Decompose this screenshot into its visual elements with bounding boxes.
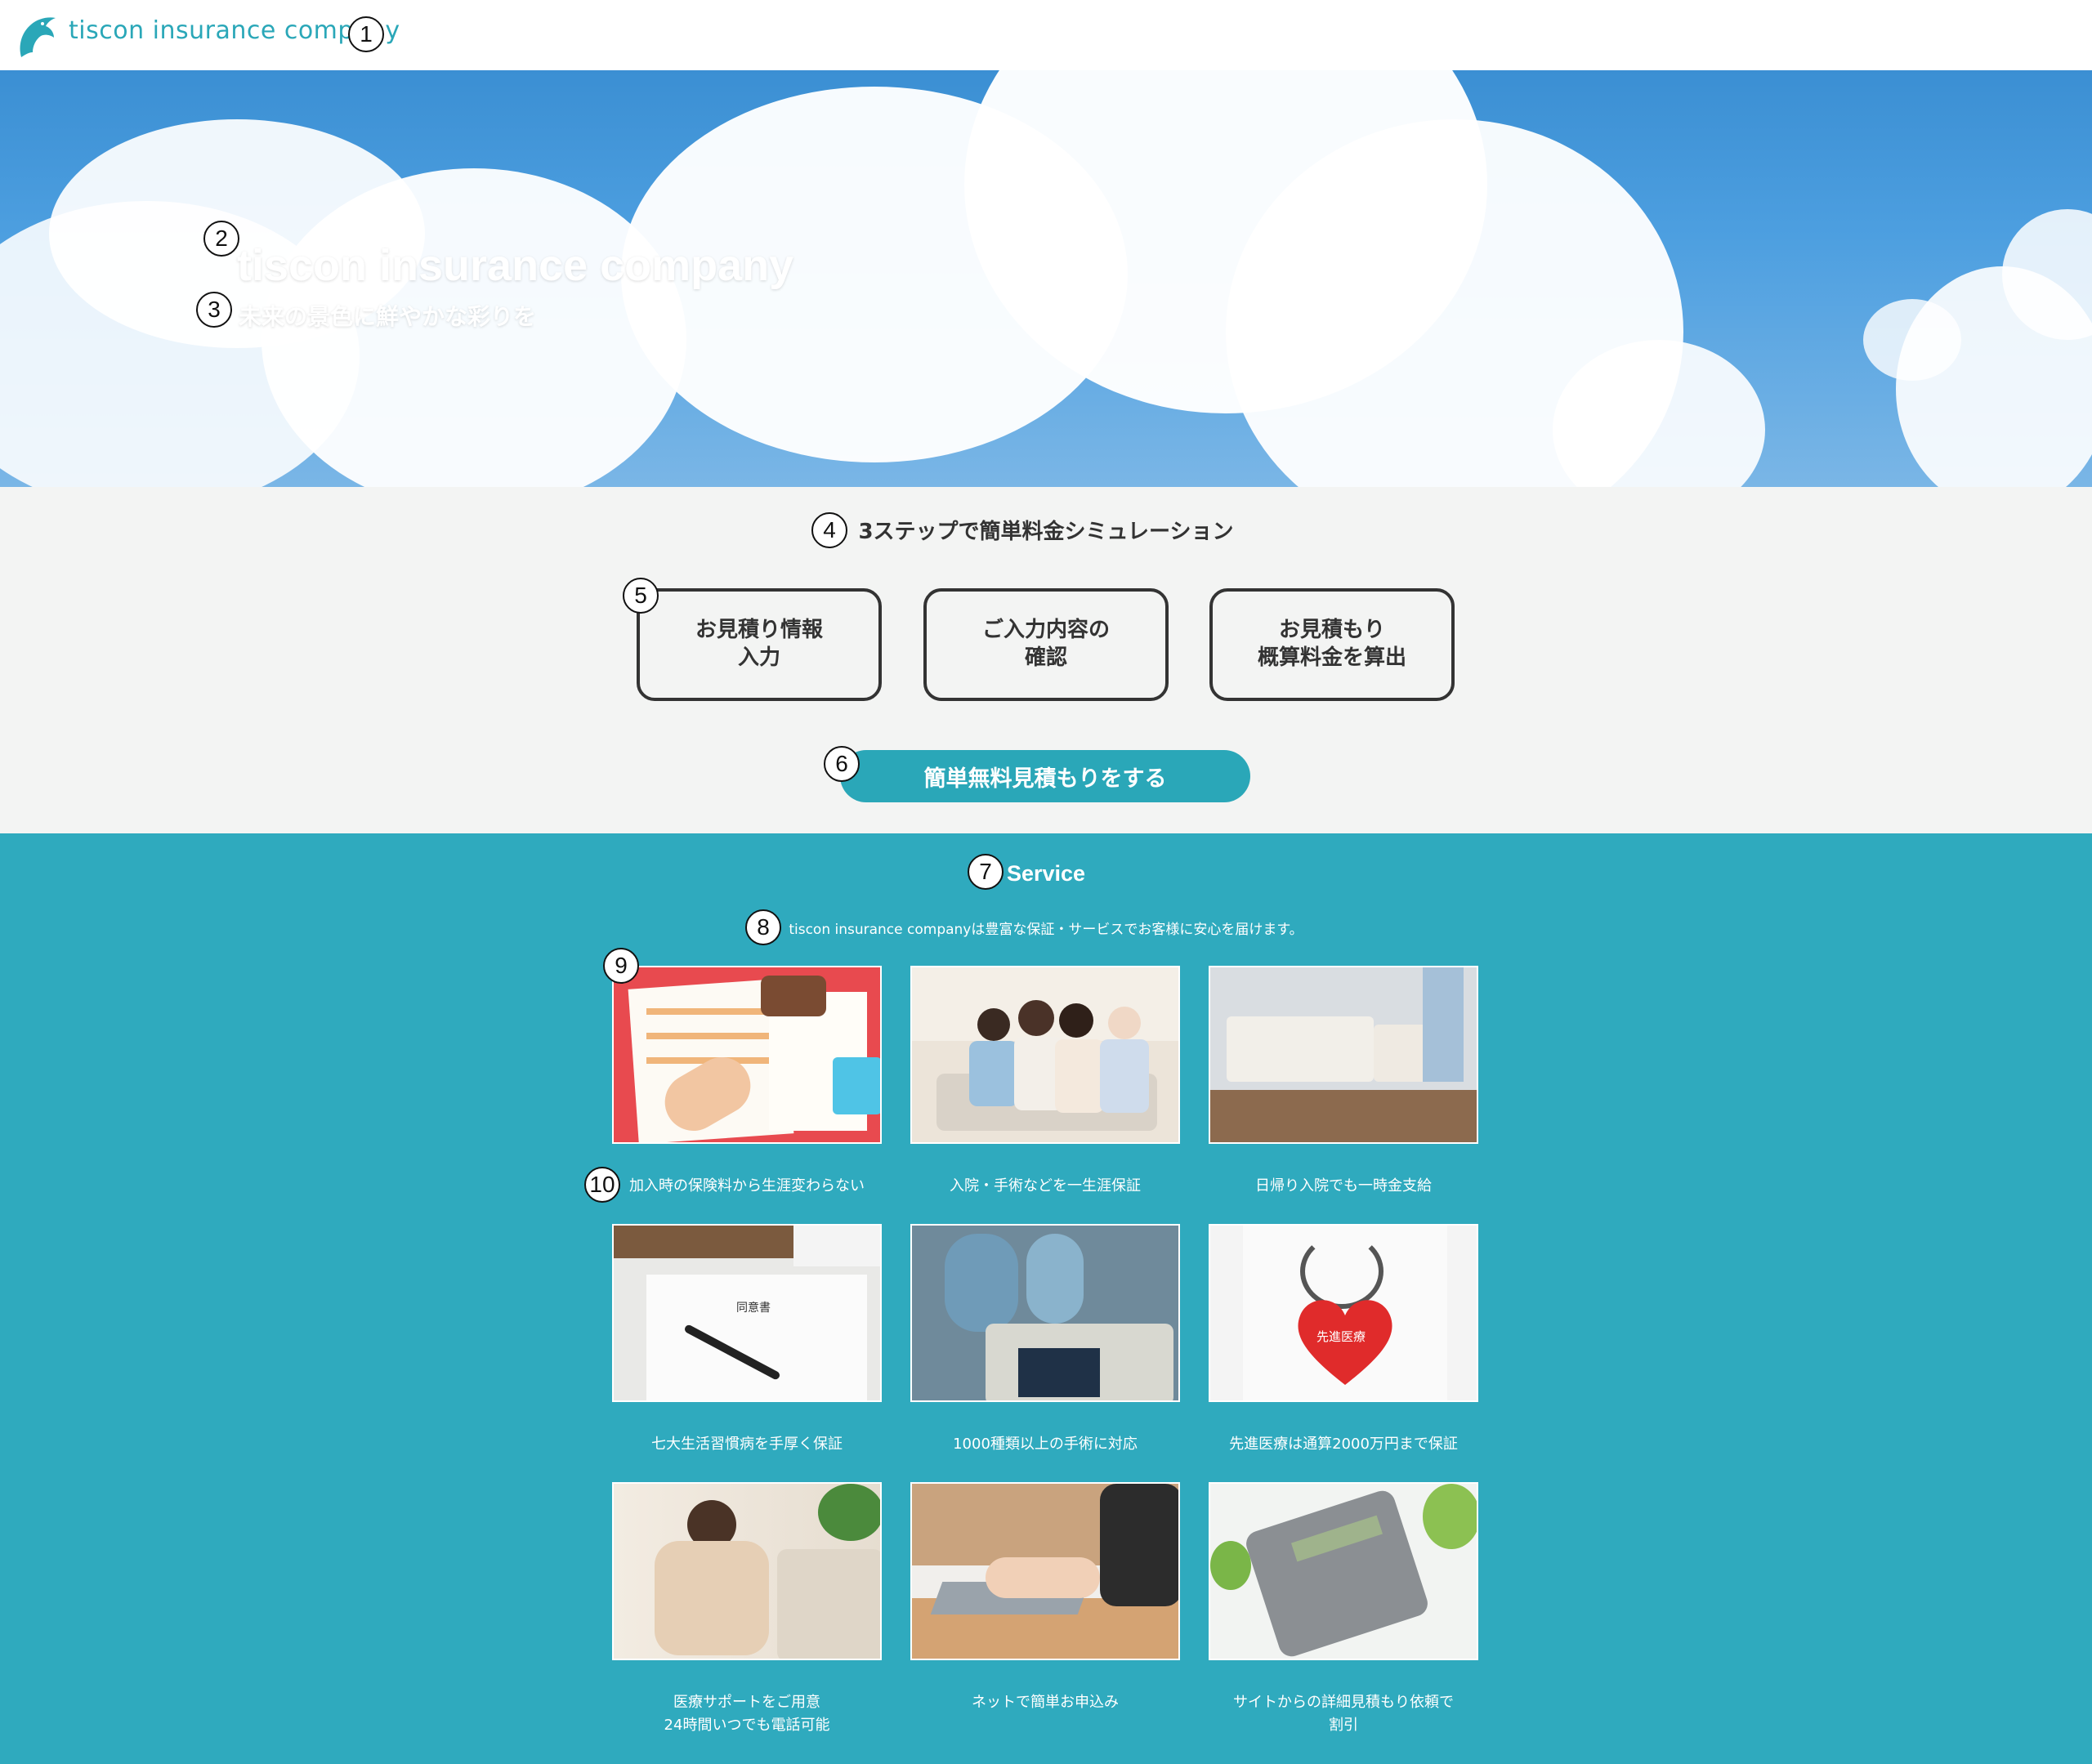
wallet bbox=[761, 976, 826, 1016]
caption-line: 七大生活習慣病を手厚く保証 bbox=[651, 1436, 843, 1453]
caption-line: 医療サポートをご用意 bbox=[673, 1694, 820, 1711]
service-caption: 日帰り入院でも一時金支給 bbox=[1172, 1175, 1515, 1198]
monitor-screen bbox=[1018, 1348, 1100, 1397]
step-confirm: ご入力内容の 確認 bbox=[923, 588, 1169, 701]
annotation-marker-3: 3 bbox=[196, 292, 232, 328]
chair bbox=[777, 1549, 880, 1659]
form-row bbox=[646, 1008, 769, 1015]
service-caption: 医療サポートをご用意 24時間いつでも電話可能 bbox=[575, 1691, 919, 1737]
service-image-hospital-bed bbox=[1209, 966, 1478, 1144]
service-image-surgery bbox=[910, 1224, 1180, 1402]
annotation-marker-9: 9 bbox=[603, 948, 639, 984]
service-image-insurance-form bbox=[612, 966, 882, 1144]
service-image-consent-form: 同意書 bbox=[612, 1224, 882, 1402]
service-image-advanced-medicine: 先進医療 bbox=[1209, 1224, 1478, 1402]
person-body bbox=[655, 1541, 769, 1655]
annotation-marker-6: 6 bbox=[824, 746, 860, 782]
step-label: お見積もり bbox=[1278, 618, 1385, 643]
person-body bbox=[969, 1041, 1018, 1106]
caption-line: 先進医療は通算2000万円まで保証 bbox=[1229, 1436, 1458, 1453]
annotation-marker-1: 1 bbox=[348, 16, 384, 52]
annotation-marker-8: 8 bbox=[745, 909, 781, 945]
annotation-marker-4: 4 bbox=[811, 512, 847, 548]
leaf bbox=[1210, 1541, 1251, 1590]
service-caption: 1000種類以上の手術に対応 bbox=[874, 1433, 1217, 1456]
annotation-marker-2: 2 bbox=[203, 221, 239, 257]
plant bbox=[818, 1484, 880, 1541]
step-label: ご入力内容の bbox=[981, 618, 1110, 643]
hero-banner: tiscon insurance company 未来の景色に鮮やかな彩りを bbox=[0, 70, 2092, 487]
heart-label: 先進医療 bbox=[1316, 1329, 1366, 1344]
service-image-laptop bbox=[910, 1482, 1180, 1660]
step-label: 入力 bbox=[737, 645, 780, 670]
caption-line: サイトからの詳細見積もり依頼で bbox=[1233, 1694, 1454, 1711]
service-caption: 七大生活習慣病を手厚く保証 bbox=[575, 1433, 919, 1456]
document bbox=[646, 1275, 867, 1400]
person-body bbox=[1055, 1039, 1104, 1113]
caption-line: 加入時の保険料から生涯変わらない bbox=[629, 1177, 865, 1195]
person-head bbox=[1108, 1007, 1141, 1039]
simulation-title: 3ステップで簡単料金シミュレーション bbox=[858, 520, 1234, 544]
step-calculate: お見積もり 概算料金を算出 bbox=[1209, 588, 1455, 701]
caption-line: 日帰り入院でも一時金支給 bbox=[1255, 1177, 1432, 1195]
person-head bbox=[1059, 1003, 1093, 1038]
service-caption: サイトからの詳細見積もり依頼で 割引 bbox=[1172, 1691, 1515, 1737]
calculator bbox=[833, 1057, 880, 1114]
step-label: 確認 bbox=[1024, 645, 1067, 670]
keyboard bbox=[793, 1226, 880, 1266]
surgeon bbox=[1026, 1234, 1084, 1324]
surgeon bbox=[945, 1234, 1018, 1332]
annotation-marker-7: 7 bbox=[968, 854, 1004, 890]
hands bbox=[986, 1557, 1100, 1598]
service-caption: 先進医療は通算2000万円まで保証 bbox=[1172, 1433, 1515, 1456]
person-body bbox=[1100, 1039, 1149, 1113]
hero-title: tiscon insurance company bbox=[237, 241, 794, 290]
step-label: お見積り情報 bbox=[695, 618, 823, 643]
site-header: tiscon insurance company bbox=[0, 0, 2092, 70]
hero-subtitle: 未来の景色に鮮やかな彩りを bbox=[239, 303, 537, 330]
annotation-marker-10: 10 bbox=[584, 1167, 620, 1203]
person-head bbox=[977, 1008, 1010, 1041]
caption-line: 割引 bbox=[1329, 1716, 1358, 1734]
bed bbox=[1227, 1016, 1374, 1082]
caption-line: 入院・手術などを一生涯保証 bbox=[950, 1177, 1141, 1195]
floor bbox=[1210, 1090, 1477, 1142]
calculator-body bbox=[1242, 1487, 1432, 1659]
service-description: tiscon insurance companyは豊富な保証・サービスでお客様に… bbox=[789, 922, 1303, 938]
service-caption: 入院・手術などを一生涯保証 bbox=[874, 1175, 1217, 1198]
step-label: 概算料金を算出 bbox=[1257, 645, 1406, 670]
service-title: Service bbox=[1006, 861, 1086, 886]
cloud-shape bbox=[1863, 299, 1961, 381]
person-head bbox=[1018, 1000, 1054, 1036]
caption-line: ネットで簡単お申込み bbox=[972, 1694, 1119, 1711]
step-estimate-input: お見積り情報 入力 bbox=[637, 588, 882, 701]
dolphin-logo-icon[interactable] bbox=[13, 10, 59, 60]
caption-line: 24時間いつでも電話可能 bbox=[664, 1716, 830, 1734]
form-row bbox=[646, 1033, 769, 1039]
caption-line: 1000種類以上の手術に対応 bbox=[953, 1436, 1138, 1453]
annotation-marker-5: 5 bbox=[623, 578, 659, 614]
service-caption: ネットで簡単お申込み bbox=[874, 1691, 1217, 1714]
leaf bbox=[1423, 1484, 1477, 1549]
service-image-calculator bbox=[1209, 1482, 1478, 1660]
free-estimate-button[interactable]: 簡単無料見積もりをする bbox=[840, 750, 1250, 802]
service-image-family bbox=[910, 966, 1180, 1144]
service-image-phone-support bbox=[612, 1482, 882, 1660]
person-apron bbox=[1100, 1484, 1178, 1606]
window bbox=[1423, 967, 1464, 1082]
document-title: 同意書 bbox=[736, 1302, 771, 1315]
service-caption: 加入時の保険料から生涯変わらない bbox=[575, 1175, 919, 1198]
service-section: Service tiscon insurance companyは豊富な保証・サ… bbox=[0, 833, 2092, 1764]
